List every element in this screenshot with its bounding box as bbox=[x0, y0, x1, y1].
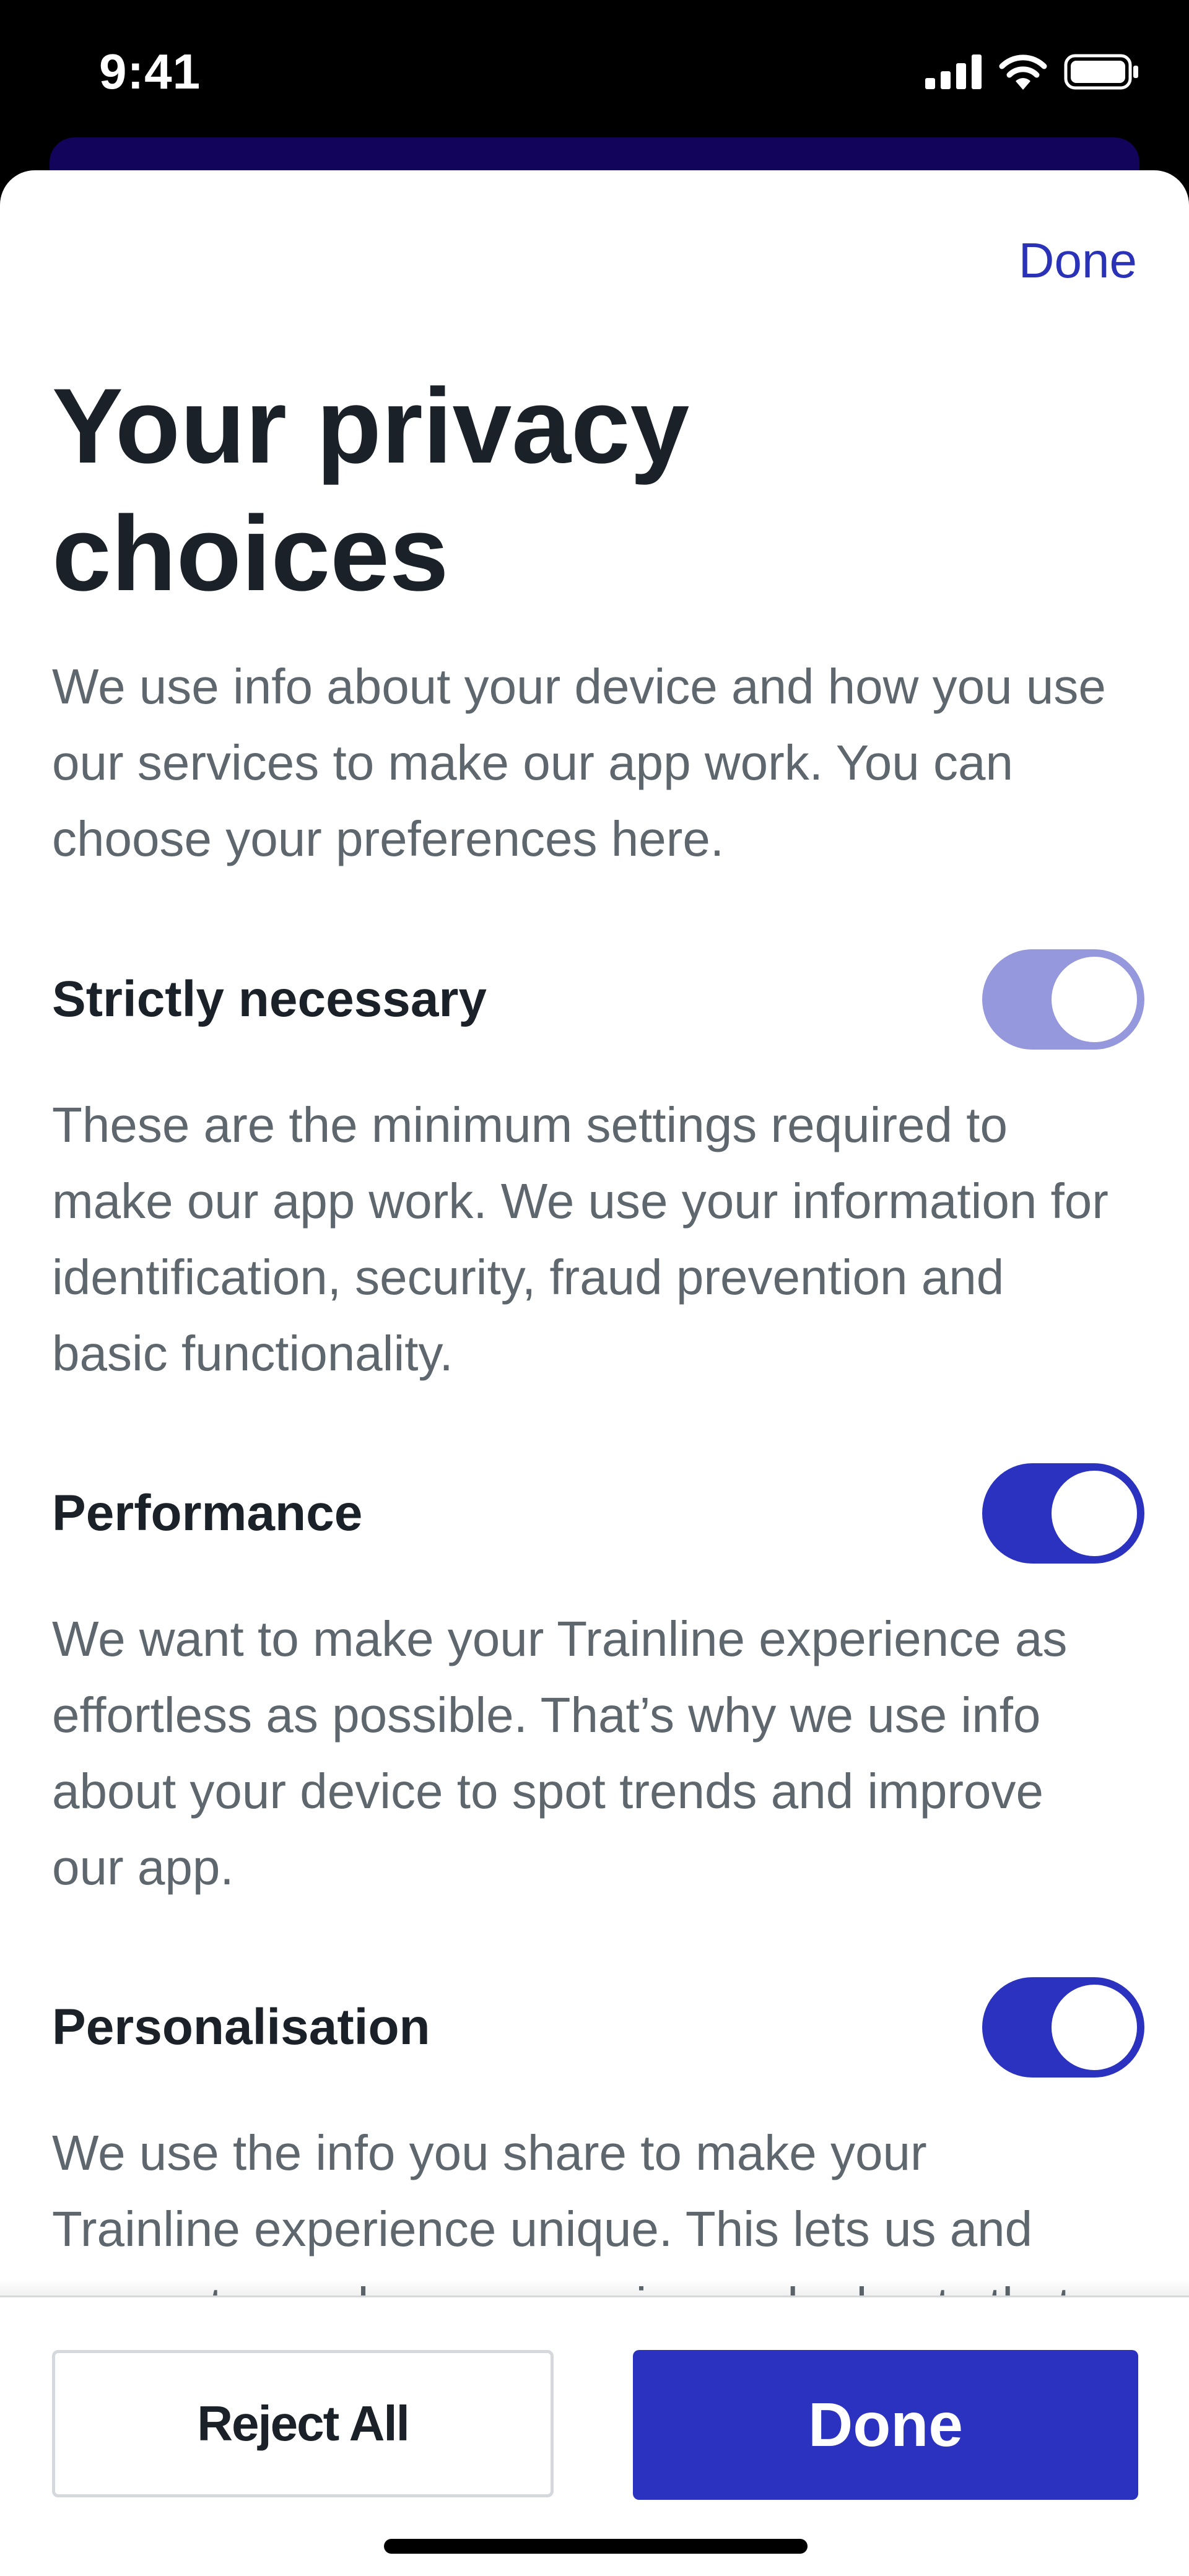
intro-text: We use info about your device and how yo… bbox=[52, 659, 1106, 866]
status-bar: 9:41 bbox=[0, 0, 1189, 161]
strictly-necessary-toggle[interactable] bbox=[982, 949, 1144, 1050]
section-desc-strictly-necessary: These are the minimum settings required … bbox=[52, 1097, 1108, 1381]
section-title-strictly-necessary: Strictly necessary bbox=[52, 971, 487, 1027]
personalisation-toggle[interactable] bbox=[982, 1977, 1144, 2078]
bottom-action-bar: Reject All Done bbox=[0, 2295, 1189, 2576]
toggle-knob bbox=[1052, 1471, 1137, 1556]
status-time: 9:41 bbox=[99, 44, 201, 99]
done-button[interactable]: Done bbox=[633, 2350, 1138, 2500]
battery-icon bbox=[1064, 54, 1138, 90]
toggle-knob bbox=[1052, 957, 1137, 1042]
wifi-icon bbox=[999, 54, 1047, 90]
privacy-sheet: Done Your privacy choices We use info ab… bbox=[0, 170, 1189, 2574]
performance-toggle[interactable] bbox=[982, 1463, 1144, 1564]
signal-icon bbox=[925, 54, 982, 89]
status-icons bbox=[925, 53, 1139, 90]
toggle-knob bbox=[1052, 1985, 1137, 2070]
reject-all-button[interactable]: Reject All bbox=[52, 2350, 554, 2497]
section-title-performance: Performance bbox=[52, 1485, 363, 1541]
done-link[interactable]: Done bbox=[1019, 232, 1137, 289]
page-title: Your privacy choices bbox=[52, 367, 690, 613]
section-title-personalisation: Personalisation bbox=[52, 1999, 430, 2055]
bottom-bar-shadow bbox=[0, 2279, 1189, 2296]
home-indicator bbox=[384, 2539, 808, 2554]
section-desc-performance: We want to make your Trainline experienc… bbox=[52, 1611, 1068, 1895]
